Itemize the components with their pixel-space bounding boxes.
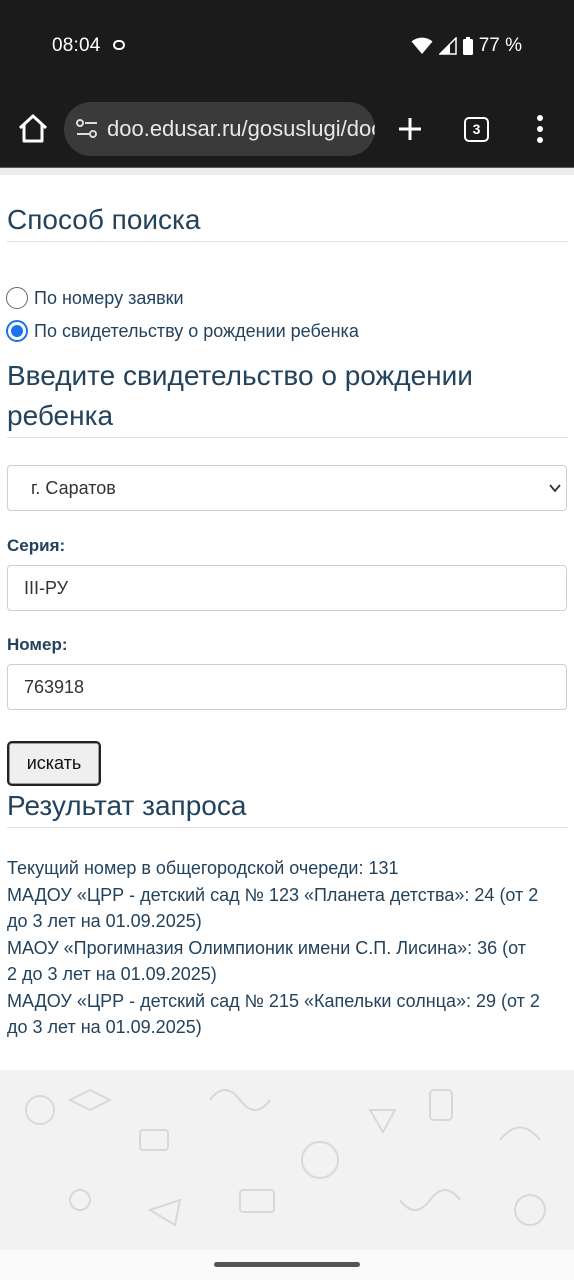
gesture-handle[interactable] xyxy=(214,1262,360,1267)
doodle-pattern-icon xyxy=(25,1088,546,1227)
status-indicator-icon xyxy=(113,40,125,50)
more-menu-icon[interactable] xyxy=(534,112,546,146)
result-title: Результат запроса xyxy=(7,790,247,821)
result-line: до 3 лет на 01.09.2025) xyxy=(7,911,202,931)
series-input-value[interactable]: III-РУ xyxy=(24,578,68,599)
number-label: Номер: xyxy=(7,635,68,654)
footer-pattern xyxy=(0,1070,574,1250)
radio-by-birth-certificate[interactable]: По свидетельству о рождении ребенка xyxy=(6,320,359,342)
divider xyxy=(7,827,568,828)
site-settings-icon[interactable] xyxy=(76,119,98,139)
result-line: 2 до 3 лет на 01.09.2025) xyxy=(7,964,217,984)
divider xyxy=(7,241,568,242)
result-line: до 3 лет на 01.09.2025) xyxy=(7,1017,202,1037)
signal-icon xyxy=(438,37,457,55)
result-line: МАДОУ «ЦРР - детский сад № 123 «Планета … xyxy=(7,884,539,905)
system-navigation-bar xyxy=(0,1250,574,1280)
radio-by-application-number[interactable]: По номеру заявки xyxy=(6,287,184,309)
series-label: Серия: xyxy=(7,536,66,555)
certificate-title-line-2: ребенка xyxy=(7,400,114,431)
series-input[interactable]: III-РУ xyxy=(7,565,567,611)
url-text[interactable]: doo.edusar.ru/gosuslugi/doo xyxy=(107,116,375,142)
radio-label[interactable]: По номеру заявки xyxy=(34,288,184,309)
radio-button-checked[interactable] xyxy=(6,320,28,342)
number-input[interactable]: 763918 xyxy=(7,664,567,710)
result-line: МАОУ «Прогимназия Олимпионик имени С.П. … xyxy=(7,937,526,958)
search-method-title: Способ поиска xyxy=(7,204,201,235)
status-bar: 08:04 77 % xyxy=(0,0,574,92)
chevron-down-icon[interactable] xyxy=(548,481,562,495)
city-select-value[interactable]: г. Саратов xyxy=(31,478,116,499)
tab-switcher-button[interactable]: 3 xyxy=(464,117,489,142)
status-time: 08:04 xyxy=(52,35,101,56)
status-right: 77 % xyxy=(411,35,522,57)
number-input-value[interactable]: 763918 xyxy=(24,677,84,698)
radio-button[interactable] xyxy=(6,287,28,309)
divider xyxy=(7,437,568,438)
result-text: Текущий номер в общегородской очереди: 1… xyxy=(7,855,569,1041)
background-pattern xyxy=(0,168,574,175)
search-button[interactable]: искать xyxy=(7,741,101,786)
browser-toolbar: doo.edusar.ru/gosuslugi/doo 3 xyxy=(0,92,574,168)
result-line: МАДОУ «ЦРР - детский сад № 215 «Капельки… xyxy=(7,990,540,1011)
queue-position-line: Текущий номер в общегородской очереди: 1… xyxy=(7,858,399,878)
wifi-icon xyxy=(411,37,433,54)
city-select[interactable]: г. Саратов xyxy=(7,465,567,511)
radio-label[interactable]: По свидетельству о рождении ребенка xyxy=(34,321,359,342)
battery-icon xyxy=(462,37,473,55)
home-icon[interactable] xyxy=(16,112,50,146)
address-bar[interactable]: doo.edusar.ru/gosuslugi/doo xyxy=(64,102,375,156)
new-tab-icon[interactable] xyxy=(396,112,424,146)
certificate-title-line-1: Введите свидетельство о рождении xyxy=(7,360,473,391)
battery-level: 77 % xyxy=(478,35,522,56)
certificate-title: Введите свидетельство о рождении ребенка xyxy=(7,356,473,436)
